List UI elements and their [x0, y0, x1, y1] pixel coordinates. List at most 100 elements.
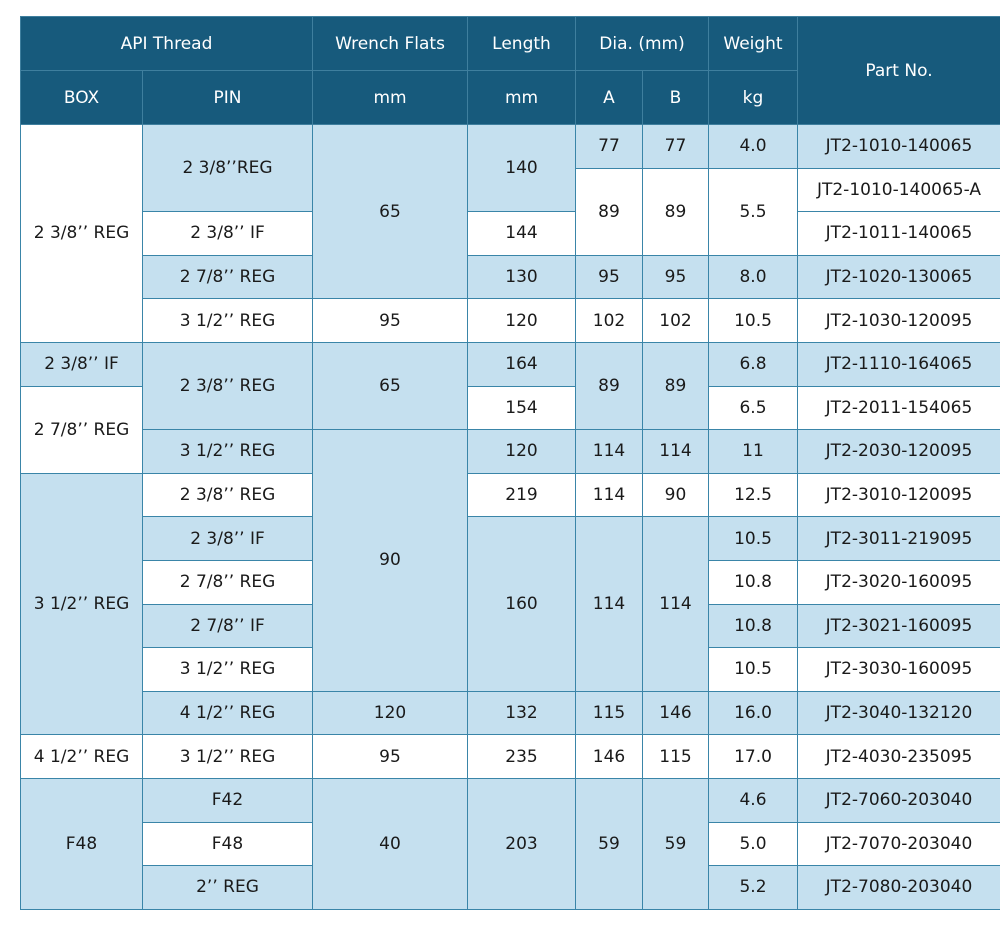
weight-cell: 11 — [708, 429, 798, 474]
dia-b-cell: 89 — [642, 341, 709, 431]
part-cell: JT2-1011-140065 — [797, 211, 1000, 256]
pin-cell: F48 — [142, 821, 313, 867]
dia-a-cell: 89 — [575, 167, 643, 256]
length-cell: 219 — [467, 472, 576, 518]
dia-b-cell: 59 — [642, 777, 709, 910]
dia-b-cell: 114 — [642, 429, 709, 474]
wrench-cell: 40 — [312, 777, 468, 910]
table-row: F48 F42 40 203 59 59 4.6 JT2-7060-203040 — [20, 777, 1000, 910]
part-cell: JT2-1110-164065 — [797, 341, 1000, 387]
table-row: 2 3/8’’ IF 144 JT2-1011-140065 — [21, 211, 1000, 256]
table-row: 3 1/2’’ REG 90 120 114 114 11 JT2-2030-1… — [21, 429, 1000, 692]
pin-cell: 3 1/2’’ REG — [142, 298, 313, 343]
weight-cell: 6.8 — [708, 341, 798, 387]
part-cell: JT2-2011-154065 — [797, 385, 1000, 431]
dia-b-cell: 77 — [642, 124, 709, 169]
weight-cell: 6.5 — [708, 385, 798, 431]
part-cell: JT2-7080-203040 — [797, 865, 1000, 910]
header-pin: PIN — [142, 70, 313, 125]
length-cell: 164 — [467, 341, 576, 387]
length-cell: 203 — [467, 777, 576, 910]
table-row: 2 3/8’’ REG 2 3/8’’REG 65 140 77 77 4.0 … — [20, 123, 1000, 343]
wrench-cell: 95 — [312, 734, 468, 779]
spec-table-container: API Thread Wrench Flats Length Dia. (mm)… — [20, 16, 1000, 910]
table-row: 2 3/8’’ IF 2 3/8’’ REG 65 164 89 89 6.8 … — [20, 341, 1000, 431]
dia-a-cell: 59 — [575, 777, 643, 910]
wrench-cell: 90 — [312, 429, 468, 692]
part-cell: JT2-2030-120095 — [797, 429, 1000, 474]
dia-a-cell: 114 — [575, 472, 643, 518]
table-body: 2 3/8’’ REG 2 3/8’’REG 65 140 77 77 4.0 … — [20, 123, 1000, 910]
part-cell: JT2-3020-160095 — [797, 559, 1000, 605]
length-cell: 120 — [467, 429, 576, 474]
length-cell: 140 — [467, 123, 576, 213]
pin-cell: 2 3/8’’REG — [142, 123, 313, 213]
weight-cell: 10.5 — [708, 647, 798, 692]
table-row: 2 7/8’’ REG 130 95 95 8.0 JT2-1020-13006… — [21, 254, 1000, 300]
dia-b-cell: 146 — [642, 690, 709, 736]
dia-b-cell: 95 — [642, 254, 709, 300]
wrench-cell: 65 — [312, 341, 468, 431]
part-cell: JT2-3010-120095 — [797, 472, 1000, 518]
weight-cell: 5.5 — [708, 167, 798, 256]
box-cell: F48 — [20, 777, 143, 910]
part-cell: JT2-4030-235095 — [797, 734, 1000, 779]
header-dia: Dia. (mm) — [575, 16, 709, 71]
pin-cell: F42 — [142, 777, 313, 823]
table-row: 4 1/2’’ REG 120 132 115 146 16.0 JT2-304… — [21, 690, 1000, 736]
box-cell: 2 3/8’’ IF — [20, 341, 143, 387]
box-cell: 2 7/8’’ REG — [20, 385, 143, 474]
pin-cell: 4 1/2’’ REG — [142, 690, 313, 736]
wrench-cell: 65 — [312, 123, 468, 300]
header-length: Length — [467, 16, 576, 71]
dia-b-cell: 115 — [642, 734, 709, 779]
weight-cell: 10.5 — [708, 298, 798, 343]
length-cell: 120 — [467, 298, 576, 343]
part-cell: JT2-1020-130065 — [797, 254, 1000, 300]
part-cell: JT2-7070-203040 — [797, 821, 1000, 867]
length-cell: 160 — [467, 516, 576, 692]
dia-a-cell: 115 — [575, 690, 643, 736]
header-box: BOX — [20, 70, 143, 125]
header-length-unit: mm — [467, 70, 576, 125]
box-cell: 4 1/2’’ REG — [20, 734, 143, 779]
weight-cell: 10.8 — [708, 603, 798, 649]
header-dia-a: A — [575, 70, 643, 125]
dia-b-cell: 102 — [642, 298, 709, 343]
weight-cell: 12.5 — [708, 472, 798, 518]
pin-cell: 3 1/2’’ REG — [142, 734, 313, 779]
dia-b-cell: 89 — [642, 167, 709, 256]
weight-cell: 17.0 — [708, 734, 798, 779]
part-cell: JT2-3011-219095 — [797, 516, 1000, 561]
part-cell: JT2-1010-140065 — [797, 124, 1000, 169]
weight-cell: 10.5 — [708, 516, 798, 561]
box-cell: 2 3/8’’ REG — [20, 124, 143, 343]
pin-cell: 2 3/8’’ REG — [142, 472, 313, 518]
dia-a-cell: 95 — [575, 254, 643, 300]
table-header: API Thread Wrench Flats Length Dia. (mm)… — [20, 16, 1000, 125]
weight-cell: 5.2 — [708, 865, 798, 910]
dia-a-cell: 102 — [575, 298, 643, 343]
pin-cell: 2 3/8’’ IF — [142, 516, 313, 561]
header-wrench-flats: Wrench Flats — [312, 16, 468, 71]
pin-cell: 2 3/8’’ REG — [142, 341, 313, 431]
pin-cell: 3 1/2’’ REG — [142, 647, 313, 692]
length-cell: 235 — [467, 734, 576, 779]
table-row: 4 1/2’’ REG 3 1/2’’ REG 95 235 146 115 1… — [20, 734, 1000, 779]
dia-b-cell: 90 — [642, 472, 709, 518]
part-cell: JT2-1010-140065-A — [797, 167, 1000, 213]
part-cell: JT2-3021-160095 — [797, 603, 1000, 649]
part-cell: JT2-7060-203040 — [797, 777, 1000, 823]
header-wrench-unit: mm — [312, 70, 468, 125]
dia-a-cell: 114 — [575, 516, 643, 692]
part-cell: JT2-1030-120095 — [797, 298, 1000, 343]
table-row: 3 1/2’’ REG 95 120 102 102 10.5 JT2-1030… — [21, 298, 1000, 343]
table-row: 2 3/8’’ IF 160 114 114 10.5 JT2-3011-219… — [21, 516, 1000, 692]
weight-cell: 8.0 — [708, 254, 798, 300]
dia-a-cell: 77 — [575, 124, 643, 169]
table-row: 3 1/2’’ REG 2 3/8’’ REG 219 114 90 12.5 … — [20, 472, 1000, 736]
length-cell: 132 — [467, 690, 576, 736]
dia-a-cell: 114 — [575, 429, 643, 474]
dia-b-cell: 114 — [642, 516, 709, 692]
weight-cell: 4.6 — [708, 777, 798, 823]
